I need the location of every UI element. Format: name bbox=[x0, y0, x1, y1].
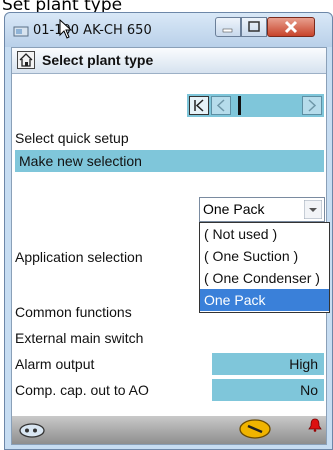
application-selection-label: Application selection bbox=[15, 249, 143, 265]
minimize-button[interactable] bbox=[215, 17, 241, 37]
alarm-output-value[interactable]: High bbox=[212, 353, 324, 375]
controller-icon[interactable] bbox=[18, 422, 46, 439]
toolbar-title: Select plant type bbox=[42, 52, 154, 68]
prev-page-button[interactable] bbox=[211, 96, 231, 115]
page-position-indicator bbox=[238, 96, 241, 115]
home-icon bbox=[19, 53, 33, 67]
prev-page-icon bbox=[216, 99, 225, 112]
application-select[interactable]: One Pack bbox=[199, 197, 325, 222]
maximize-icon bbox=[248, 21, 260, 32]
application-select-value: One Pack bbox=[203, 201, 265, 217]
minimize-icon bbox=[222, 28, 233, 33]
common-functions-label: Common functions bbox=[15, 304, 132, 320]
quick-setup-label: Select quick setup bbox=[15, 130, 129, 146]
home-button[interactable] bbox=[17, 51, 35, 69]
dropdown-option-one-suction[interactable]: ( One Suction ) bbox=[200, 245, 329, 267]
close-button[interactable] bbox=[267, 17, 315, 37]
comp-cap-label: Comp. cap. out to AO bbox=[15, 382, 149, 398]
dropdown-option-not-used[interactable]: ( Not used ) bbox=[200, 223, 329, 245]
first-page-button[interactable] bbox=[189, 96, 209, 115]
alarm-output-label: Alarm output bbox=[15, 356, 95, 372]
external-main-switch-label: External main switch bbox=[15, 330, 144, 346]
next-page-button[interactable] bbox=[302, 96, 322, 115]
wrench-icon[interactable] bbox=[238, 418, 272, 440]
comp-cap-value[interactable]: No bbox=[212, 379, 324, 401]
app-icon bbox=[13, 26, 29, 37]
page-nav-bar bbox=[187, 94, 324, 117]
status-bar bbox=[12, 416, 326, 444]
next-page-icon bbox=[308, 99, 317, 112]
application-dropdown-list: ( Not used ) ( One Suction ) ( One Conde… bbox=[199, 222, 330, 313]
make-new-selection-row[interactable]: Make new selection bbox=[15, 150, 324, 172]
toolbar: Select plant type bbox=[12, 48, 326, 74]
alarm-bell-icon[interactable] bbox=[308, 418, 322, 432]
title-bar[interactable]: 01-100 AK-CH 650 bbox=[5, 13, 332, 47]
close-icon bbox=[284, 20, 298, 34]
chevron-down-icon[interactable] bbox=[304, 200, 322, 219]
dropdown-option-one-pack[interactable]: One Pack bbox=[200, 289, 329, 311]
dropdown-option-one-condenser[interactable]: ( One Condenser ) bbox=[200, 267, 329, 289]
first-page-icon bbox=[194, 99, 204, 112]
window-title: 01-100 AK-CH 650 bbox=[33, 23, 152, 38]
maximize-button[interactable] bbox=[241, 17, 267, 37]
mouse-cursor-icon bbox=[59, 19, 73, 39]
